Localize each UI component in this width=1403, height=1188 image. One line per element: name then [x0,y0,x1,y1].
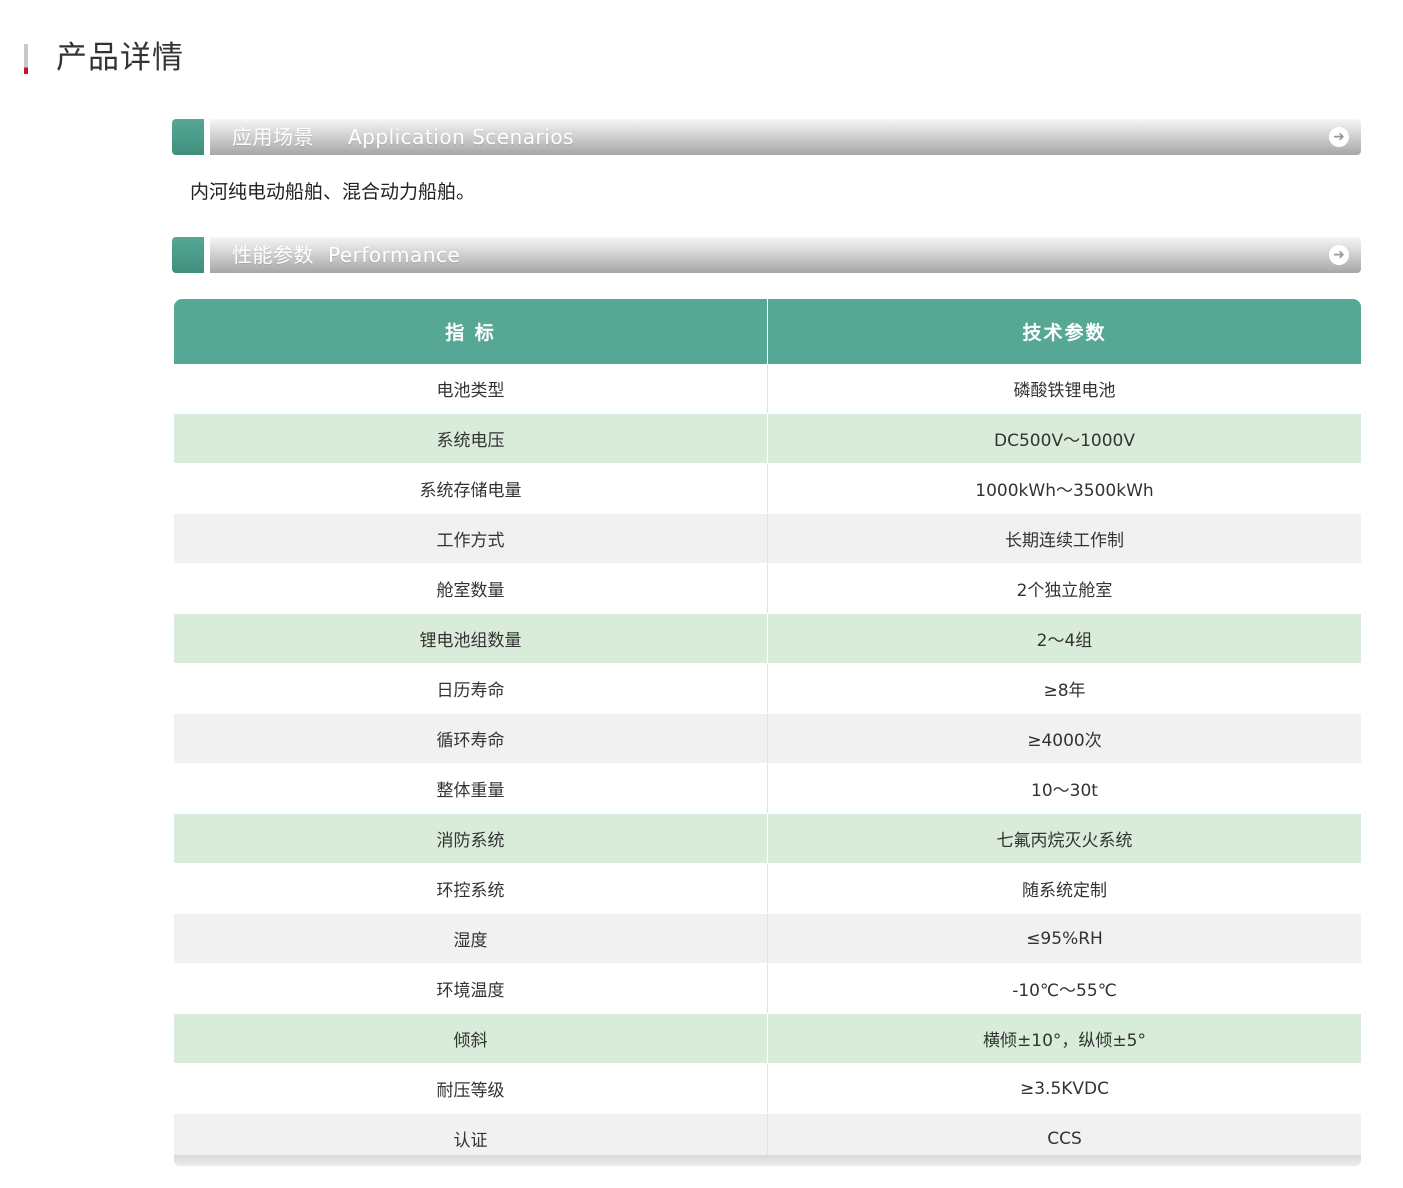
row-label: 循环寿命 [174,713,768,764]
page-title: 产品详情 [56,40,184,76]
row-value: 长期连续工作制 [767,513,1361,564]
row-label: 锂电池组数量 [174,613,768,664]
table-body: 电池类型 磷酸铁锂电池 系统电压 DC500V～1000V 系统存储电量 1000kWh～… [174,364,1361,1164]
row-label: 耐压等级 [174,1063,768,1114]
row-value: 2～4组 [767,613,1361,664]
section-bar-accent [172,237,204,273]
table-row: 消防系统 七氟丙烷灭火系统 [174,813,1361,864]
table-row: 锂电池组数量 2～4组 [174,613,1361,664]
table-row: 系统存储电量 1000kWh～3500kWh [174,463,1361,514]
table-row: 耐压等级 ≥3.5KVDC [174,1063,1361,1114]
table-row: 循环寿命 ≥4000次 [174,713,1361,764]
table-header-row: 指 标 技术参数 [174,299,1361,364]
performance-table: 指 标 技术参数 电池类型 磷酸铁锂电池 系统电压 DC500V～1000V 系统存储电… [174,299,1361,1164]
row-value: ≥8年 [767,663,1361,714]
row-label: 环控系统 [174,863,768,914]
scenario-text: 内河纯电动船舶、混合动力船舶。 [190,181,476,203]
table-row: 系统电压 DC500V～1000V [174,413,1361,464]
section-title-en: Performance [328,243,461,267]
row-label: 湿度 [174,913,768,964]
header-indicator: 指 标 [174,299,768,364]
row-value: DC500V～1000V [767,413,1361,464]
title-marker [24,44,28,74]
row-value: 1000kWh～3500kWh [767,463,1361,514]
section-title: 应用场景 Application Scenarios [232,119,574,155]
section-bar-performance[interactable]: 性能参数 Performance ➜ [172,237,1361,273]
row-value: 10～30t [767,763,1361,814]
table-row: 环控系统 随系统定制 [174,863,1361,914]
row-label: 消防系统 [174,813,768,864]
row-label: 电池类型 [174,364,768,414]
table-row: 湿度 ≤95%RH [174,913,1361,964]
row-label: 系统存储电量 [174,463,768,514]
row-value: 横倾±10°，纵倾±5° [767,1013,1361,1064]
row-value: 七氟丙烷灭火系统 [767,813,1361,864]
table-row: 环境温度 -10℃～55℃ [174,963,1361,1014]
table-bottom-shadow [174,1155,1361,1166]
section-title: 性能参数 Performance [232,237,460,273]
row-value: ≥4000次 [767,713,1361,764]
row-label: 环境温度 [174,963,768,1014]
row-value: ≤95%RH [767,913,1361,964]
section-title-en: Application Scenarios [348,125,574,149]
table-row: 工作方式 长期连续工作制 [174,513,1361,564]
table-row: 舱室数量 2个独立舱室 [174,563,1361,614]
row-label: 日历寿命 [174,663,768,714]
section-bar-application-scenarios[interactable]: 应用场景 Application Scenarios ➜ [172,119,1361,155]
section-title-zh: 应用场景 [232,125,314,149]
row-value: ≥3.5KVDC [767,1063,1361,1114]
row-value: 2个独立舱室 [767,563,1361,614]
section-bar-body: 性能参数 Performance ➜ [210,237,1361,273]
arrow-right-circle-icon[interactable]: ➜ [1329,127,1349,147]
row-label: 系统电压 [174,413,768,464]
arrow-right-circle-icon[interactable]: ➜ [1329,245,1349,265]
table-row: 倾斜 横倾±10°，纵倾±5° [174,1013,1361,1064]
row-value: -10℃～55℃ [767,963,1361,1014]
table-row: 日历寿命 ≥8年 [174,663,1361,714]
row-label: 整体重量 [174,763,768,814]
row-value: 随系统定制 [767,863,1361,914]
section-bar-body: 应用场景 Application Scenarios ➜ [210,119,1361,155]
section-title-zh: 性能参数 [232,243,314,267]
row-value: 磷酸铁锂电池 [767,364,1361,414]
section-bar-accent [172,119,204,155]
header-technical-parameters: 技术参数 [767,299,1361,364]
table-row: 整体重量 10～30t [174,763,1361,814]
row-label: 倾斜 [174,1013,768,1064]
row-label: 舱室数量 [174,563,768,614]
table-row: 电池类型 磷酸铁锂电池 [174,364,1361,414]
row-label: 工作方式 [174,513,768,564]
